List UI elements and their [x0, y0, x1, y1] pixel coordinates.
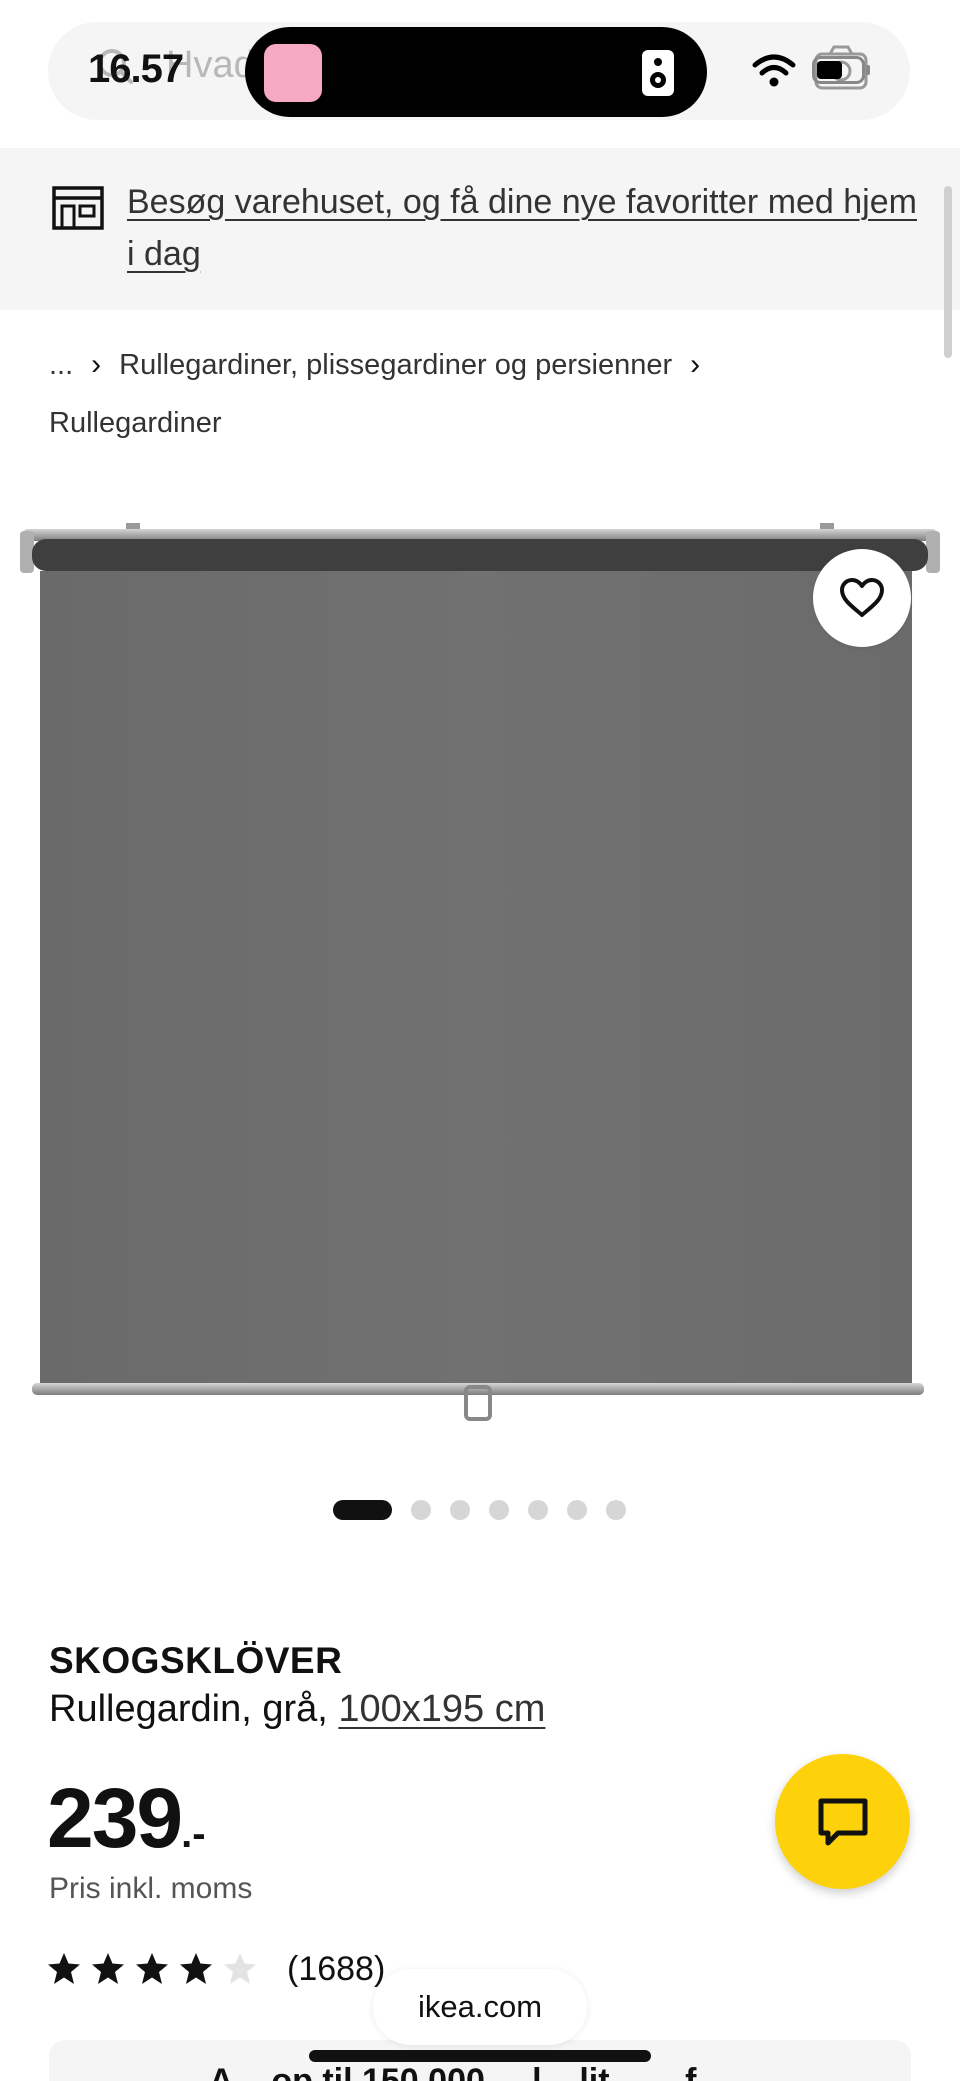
breadcrumb-item-current[interactable]: Rullegardiner [49, 407, 222, 439]
review-count[interactable]: (1688) [287, 1950, 385, 1989]
wifi-icon [752, 53, 796, 89]
price-suffix: .- [181, 1812, 206, 1856]
carousel-dot[interactable] [528, 1500, 548, 1520]
scrollbar[interactable] [944, 186, 952, 358]
promo-text: A... op til 150.000 ... l... lit... ... … [209, 2062, 725, 2081]
star-filled-icon [136, 1953, 168, 1984]
star-filled-icon [180, 1953, 212, 1984]
product-description: Rullegardin, grå, 100x195 cm [49, 1688, 545, 1731]
product-rating[interactable]: (1688) [47, 1949, 385, 1989]
price-value: 239 [47, 1771, 183, 1865]
home-indicator[interactable] [309, 2050, 651, 2062]
speaker-icon [640, 48, 676, 98]
carousel-dot[interactable] [606, 1500, 626, 1520]
product-image[interactable] [20, 515, 940, 1435]
breadcrumb-item-more[interactable]: ... [49, 349, 73, 381]
chevron-right-icon: › [91, 348, 102, 381]
favorite-button[interactable] [813, 549, 911, 647]
product-price: 239.- [47, 1768, 206, 1884]
app-thumbnail-icon [264, 44, 322, 102]
battery-icon [812, 56, 872, 84]
breadcrumb-item-category[interactable]: Rullegardiner, plissegardiner og persien… [119, 349, 672, 381]
store-visit-link[interactable]: Besøg varehuset, og få dine nye favoritt… [127, 176, 917, 280]
browser-url-bar[interactable]: ikea.com [373, 1969, 587, 2045]
star-filled-icon [92, 1953, 124, 1984]
chevron-right-icon: › [690, 348, 701, 381]
product-type: Rullegardin, grå, [49, 1688, 339, 1730]
carousel-dot[interactable] [489, 1500, 509, 1520]
carousel-dot[interactable] [333, 1500, 392, 1520]
breadcrumb: ... › Rullegardiner, plissegardiner og per… [49, 336, 909, 452]
star-filled-icon [48, 1953, 80, 1984]
chat-button[interactable] [775, 1754, 910, 1889]
product-size-link[interactable]: 100x195 cm [338, 1688, 545, 1730]
rating-stars [47, 1952, 257, 1986]
product-name: SKOGSKLÖVER [49, 1640, 343, 1681]
carousel-dot[interactable] [450, 1500, 470, 1520]
carousel-indicator[interactable] [333, 1500, 626, 1520]
price-note: Pris inkl. moms [49, 1872, 253, 1905]
chat-icon [818, 1798, 867, 1845]
heart-icon [840, 578, 884, 617]
star-empty-icon [224, 1953, 256, 1984]
carousel-dot[interactable] [567, 1500, 587, 1520]
carousel-dot[interactable] [411, 1500, 431, 1520]
status-time: 16.57 [88, 47, 184, 91]
store-icon [52, 186, 104, 230]
